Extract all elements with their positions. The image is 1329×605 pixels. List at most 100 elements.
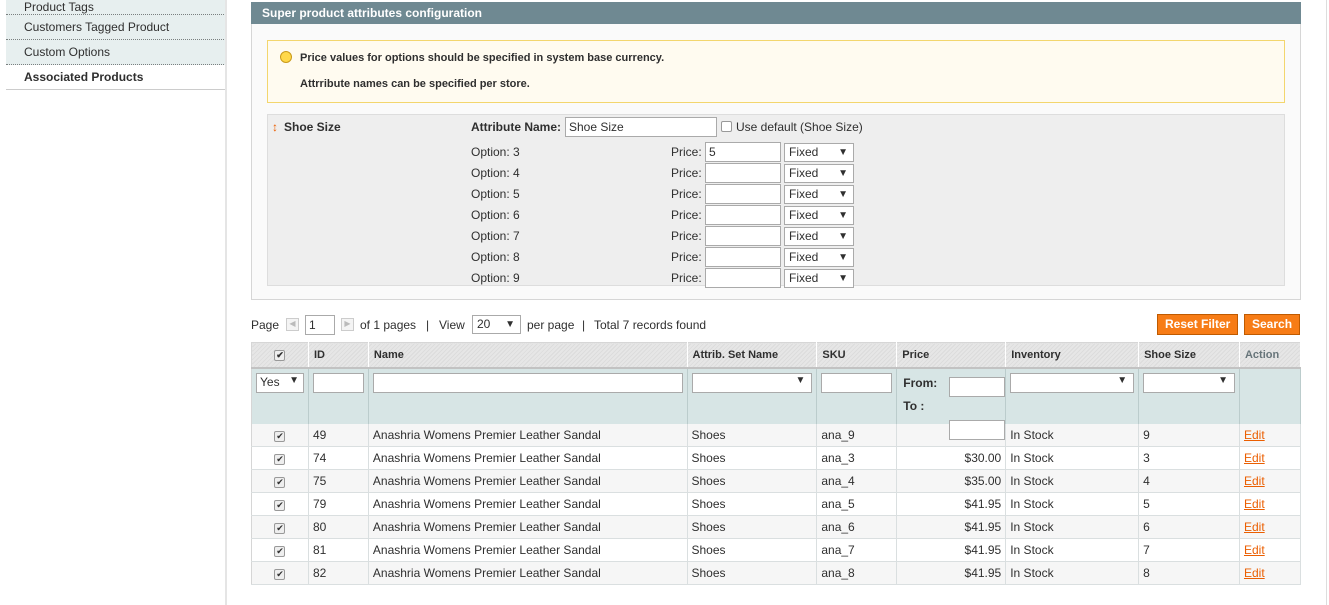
inventory-filter[interactable]: ▼: [1010, 372, 1135, 393]
edit-link[interactable]: Edit: [1244, 474, 1265, 488]
option-label: Option: 4: [471, 166, 520, 180]
row-checkbox[interactable]: ✔: [274, 500, 286, 511]
option-price-input[interactable]: [705, 226, 781, 246]
edit-link[interactable]: Edit: [1244, 497, 1265, 511]
cell-price: $41.95: [896, 515, 1007, 539]
price-type-select[interactable]: Fixed ▼: [784, 164, 854, 183]
use-default-checkbox[interactable]: [721, 121, 732, 132]
cell-sku: ana_7: [816, 538, 898, 562]
price-type-select[interactable]: Fixed ▼: [784, 248, 854, 267]
row-checkbox[interactable]: ✔: [274, 477, 286, 488]
cell-id: 75: [308, 469, 369, 493]
reset-filter-button[interactable]: Reset Filter: [1157, 314, 1239, 335]
price-type-select[interactable]: Fixed ▼: [784, 227, 854, 246]
column-header-price[interactable]: Price: [896, 342, 1007, 369]
cell-price: $41.95: [896, 561, 1007, 585]
lightbulb-icon: [280, 51, 292, 63]
cell-name: Anashria Womens Premier Leather Sandal: [368, 446, 688, 470]
price-from-input[interactable]: [949, 376, 1006, 397]
option-price-input[interactable]: [705, 247, 781, 267]
shoe-size-filter[interactable]: ▼: [1143, 372, 1235, 393]
row-checkbox[interactable]: ✔: [274, 546, 286, 557]
notice-box: Price values for options should be speci…: [267, 40, 1285, 103]
column-header-sku[interactable]: SKU: [816, 342, 898, 369]
sidebar-item-associated-products[interactable]: Associated Products: [6, 65, 226, 90]
edit-link[interactable]: Edit: [1244, 520, 1265, 534]
divider: [1326, 0, 1327, 605]
view-label: View: [439, 318, 465, 332]
cell-name: Anashria Womens Premier Leather Sandal: [368, 469, 688, 493]
per-page-select[interactable]: 20 ▼: [472, 315, 521, 334]
option-price-input[interactable]: [705, 268, 781, 288]
column-header-name[interactable]: Name: [368, 342, 688, 369]
table-row[interactable]: ✔ 80 Anashria Womens Premier Leather San…: [251, 515, 1302, 539]
cell-id: 74: [308, 446, 369, 470]
prev-page-icon[interactable]: ◀: [286, 318, 299, 331]
option-price-input[interactable]: [705, 205, 781, 225]
attribute-label: Shoe Size: [284, 120, 341, 134]
price-from-label: From:: [903, 375, 938, 390]
table-row[interactable]: ✔ 82 Anashria Womens Premier Leather San…: [251, 561, 1302, 585]
sku-filter[interactable]: [821, 372, 893, 393]
option-price-input[interactable]: [705, 163, 781, 183]
column-header-inventory[interactable]: Inventory: [1005, 342, 1140, 369]
drag-handle-icon[interactable]: ↕: [272, 120, 278, 134]
row-checkbox[interactable]: ✔: [274, 430, 286, 442]
price-type-select[interactable]: Fixed ▼: [784, 143, 854, 162]
in-products-filter[interactable]: Yes ▼: [256, 372, 304, 393]
table-row[interactable]: ✔ 74 Anashria Womens Premier Leather San…: [251, 446, 1302, 470]
row-checkbox[interactable]: ✔: [274, 523, 286, 534]
page-input[interactable]: 1: [305, 315, 335, 335]
edit-link[interactable]: Edit: [1244, 543, 1265, 557]
price-type-select[interactable]: Fixed ▼: [784, 185, 854, 204]
search-button[interactable]: Search: [1244, 314, 1301, 335]
select-all-checkbox[interactable]: ✔: [274, 349, 286, 361]
price-label: Price:: [671, 208, 702, 222]
price-label: Price:: [671, 166, 702, 180]
cell-price: $35.00: [896, 469, 1007, 493]
cell-attrib-set: Shoes: [687, 423, 818, 447]
cell-id: 82: [308, 561, 369, 585]
column-header-shoe-size[interactable]: Shoe Size: [1138, 342, 1240, 369]
price-type-select[interactable]: Fixed ▼: [784, 206, 854, 225]
option-price-input[interactable]: [705, 184, 781, 204]
table-row[interactable]: ✔ 79 Anashria Womens Premier Leather San…: [251, 492, 1302, 516]
table-row[interactable]: ✔ 75 Anashria Womens Premier Leather San…: [251, 469, 1302, 493]
name-filter[interactable]: [372, 372, 683, 393]
next-page-icon[interactable]: ▶: [341, 318, 354, 331]
sidebar-item-custom-options[interactable]: Custom Options: [6, 40, 226, 65]
page-count: of 1 pages: [360, 318, 417, 332]
edit-link[interactable]: Edit: [1244, 566, 1265, 580]
notice-text: Price values for options should be speci…: [300, 52, 665, 64]
price-label: Price:: [671, 145, 702, 159]
sidebar-item-product-tags[interactable]: Product Tags: [6, 0, 226, 15]
column-header-attrib-set[interactable]: Attrib. Set Name: [687, 342, 818, 369]
table-row[interactable]: ✔ 49 Anashria Womens Premier Leather San…: [251, 423, 1302, 447]
cell-attrib-set: Shoes: [687, 515, 818, 539]
column-header-id[interactable]: ID: [308, 342, 369, 369]
option-label: Option: 3: [471, 145, 520, 159]
edit-link[interactable]: Edit: [1244, 451, 1265, 465]
cell-attrib-set: Shoes: [687, 469, 818, 493]
table-row[interactable]: ✔ 81 Anashria Womens Premier Leather San…: [251, 538, 1302, 562]
page-label: Page: [251, 318, 280, 332]
edit-link[interactable]: Edit: [1244, 428, 1265, 442]
price-to-input[interactable]: [949, 419, 1006, 440]
cell-inventory: In Stock: [1005, 538, 1140, 562]
id-filter[interactable]: [312, 372, 364, 393]
column-header-action: Action: [1239, 342, 1302, 369]
option-price-input[interactable]: 5: [705, 142, 781, 162]
row-checkbox[interactable]: ✔: [274, 454, 286, 465]
cell-shoe-size: 7: [1138, 538, 1240, 562]
attribute-name-input[interactable]: Shoe Size: [565, 117, 717, 137]
cell-inventory: In Stock: [1005, 446, 1140, 470]
label: Custom Options: [24, 45, 111, 59]
price-type-select[interactable]: Fixed ▼: [784, 269, 854, 288]
attrib-set-filter[interactable]: ▼: [691, 372, 813, 393]
row-checkbox[interactable]: ✔: [274, 569, 286, 580]
divider: [225, 0, 227, 605]
cell-price: $41.95: [896, 492, 1007, 516]
price-label: Price:: [671, 250, 702, 264]
sidebar-item-customers-tagged[interactable]: Customers Tagged Product: [6, 15, 226, 40]
cell-shoe-size: 5: [1138, 492, 1240, 516]
